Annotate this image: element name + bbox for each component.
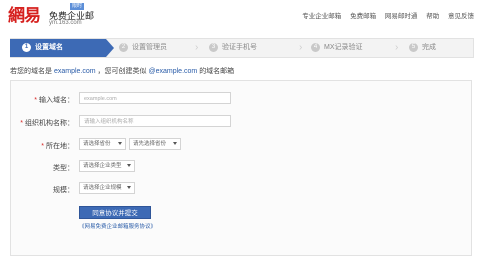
nav-link-mail-connect[interactable]: 网易邮时通: [385, 13, 418, 20]
step-number-icon: 1: [22, 43, 31, 52]
chevron-right-icon: ›: [299, 42, 303, 53]
step-set-domain: 1 设置域名: [10, 39, 114, 57]
org-name-label: * 组织机构名称：: [18, 118, 74, 128]
chevron-down-icon: [118, 142, 122, 145]
domain-label-text: 输入域名：: [39, 97, 74, 104]
agree-submit-button[interactable]: 同意协议并提交: [79, 206, 151, 219]
scale-label: 规模：: [53, 187, 74, 194]
logo-mark: 網易: [8, 6, 41, 26]
hint-middle: ，您可创建类似: [97, 68, 147, 75]
org-name-label-text: 组织机构名称：: [25, 120, 74, 127]
chevron-down-icon: [127, 186, 131, 189]
step-mx-verify: 4 MX记录验证: [311, 39, 363, 57]
hint-domain: example.com: [53, 68, 96, 75]
province-select-value: 请选择省份: [83, 141, 111, 147]
netease-logo[interactable]: 網易 限时 免费企业邮 ym.163.com: [8, 3, 94, 27]
hint-suffix: 的域名邮箱: [199, 68, 235, 75]
enterprise-scale-value: 请选择企业规模: [83, 185, 122, 191]
step-set-admin: 2 设置管理员: [119, 39, 167, 57]
city-select[interactable]: 请先选择省份: [129, 138, 181, 150]
domain-label: * 输入域名：: [30, 95, 74, 105]
step-number-icon: 2: [119, 43, 128, 52]
chevron-right-icon: ›: [395, 42, 399, 53]
nav-link-feedback[interactable]: 意见反馈: [448, 13, 474, 20]
step-label: 完成: [422, 44, 436, 51]
step-verify-phone: 3 验证手机号: [209, 39, 257, 57]
chevron-down-icon: [173, 142, 177, 145]
step-label: 验证手机号: [222, 44, 257, 51]
step-number-icon: 4: [311, 43, 320, 52]
enterprise-type-select[interactable]: 请选择企业类型: [79, 160, 135, 172]
hint-email: @example.com: [148, 68, 198, 75]
location-label-text: 所在地：: [46, 143, 74, 150]
location-label: * 所在地：: [30, 141, 74, 151]
domain-hint: 若您的域名是 example.com ，您可创建类似 @example.com …: [10, 66, 234, 76]
nav-link-free-mail[interactable]: 免费邮箱: [350, 13, 376, 20]
chevron-down-icon: [127, 164, 131, 167]
required-star-icon: *: [34, 97, 37, 104]
step-label: 设置域名: [35, 44, 63, 51]
step-number-icon: 3: [209, 43, 218, 52]
chevron-right-icon: ›: [195, 42, 199, 53]
step-label: 设置管理员: [132, 44, 167, 51]
org-name-input[interactable]: 请输入组织机构名称: [79, 115, 231, 127]
type-label: 类型：: [53, 165, 74, 172]
hint-prefix: 若您的域名是: [10, 68, 52, 75]
step-number-icon: 5: [409, 43, 418, 52]
step-label: MX记录验证: [324, 44, 363, 51]
step-complete: 5 完成: [409, 39, 436, 57]
province-select[interactable]: 请选择省份: [79, 138, 126, 150]
top-nav: 专业企业邮箱 免费邮箱 网易邮时通 帮助 意见反馈: [295, 10, 474, 20]
domain-input[interactable]: example.com: [79, 92, 231, 104]
progress-steps: 1 设置域名 2 设置管理员 › 3 验证手机号 › 4 MX记录验证 › 5 完成: [10, 38, 474, 58]
enterprise-scale-select[interactable]: 请选择企业规模: [79, 182, 135, 194]
required-star-icon: *: [20, 120, 23, 127]
service-agreement-link[interactable]: 《网易免费企业邮箱服务协议》: [79, 222, 156, 230]
required-star-icon: *: [41, 143, 44, 150]
nav-link-help[interactable]: 帮助: [426, 13, 439, 20]
enterprise-type-value: 请选择企业类型: [83, 163, 122, 169]
top-header: 網易 限时 免费企业邮 ym.163.com 专业企业邮箱 免费邮箱 网易邮时通…: [0, 0, 480, 30]
logo-domain: ym.163.com: [49, 20, 82, 26]
nav-link-enterprise-mail[interactable]: 专业企业邮箱: [302, 13, 341, 20]
city-select-value: 请先选择省份: [133, 141, 167, 147]
